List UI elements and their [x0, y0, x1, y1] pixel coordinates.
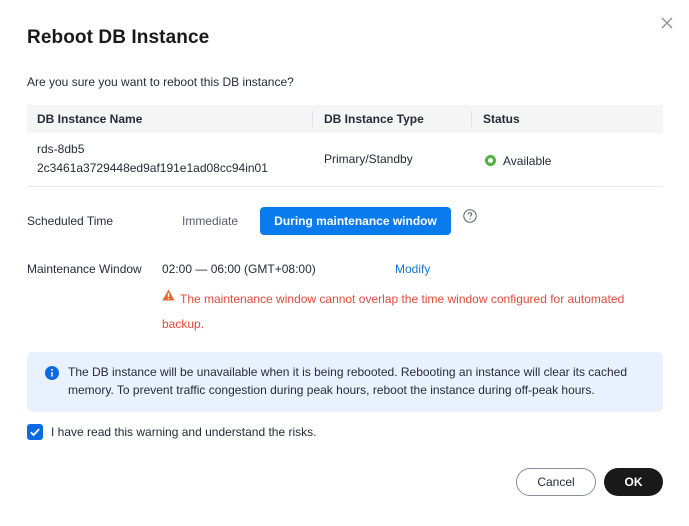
info-text: The DB instance will be unavailable when… [68, 365, 627, 397]
info-alert: The DB instance will be unavailable when… [27, 352, 663, 412]
column-header-type: DB Instance Type [324, 112, 424, 126]
maintenance-window-option[interactable]: During maintenance window [260, 207, 451, 235]
column-header-name: DB Instance Name [37, 112, 143, 126]
immediate-option[interactable]: Immediate [168, 207, 252, 235]
close-icon[interactable] [658, 14, 676, 32]
instance-table: DB Instance Name DB Instance Type Status… [27, 105, 663, 187]
ok-button[interactable]: OK [604, 468, 663, 496]
maintenance-window-value: 02:00 — 06:00 (GMT+08:00) [162, 262, 316, 276]
acknowledge-label[interactable]: I have read this warning and understand … [51, 425, 317, 439]
instance-status: Available [485, 154, 551, 168]
scheduled-time-label: Scheduled Time [27, 214, 114, 228]
maintenance-warning: The maintenance window cannot overlap th… [162, 292, 625, 331]
maintenance-window-label: Maintenance Window [27, 262, 142, 276]
column-divider [312, 111, 313, 127]
dialog-title: Reboot DB Instance [27, 27, 210, 48]
modify-link[interactable]: Modify [395, 262, 430, 276]
confirm-question: Are you sure you want to reboot this DB … [27, 75, 294, 89]
table-row: rds-8db5 2c3461a3729448ed9af191e1ad08cc9… [27, 133, 663, 187]
column-divider [471, 111, 472, 127]
table-header: DB Instance Name DB Instance Type Status [27, 105, 663, 133]
instance-name: rds-8db5 [37, 142, 85, 156]
instance-id: 2c3461a3729448ed9af191e1ad08cc94in01 [37, 161, 268, 175]
info-icon [45, 366, 59, 380]
status-available-icon [485, 155, 496, 166]
help-icon[interactable] [463, 209, 477, 223]
instance-type: Primary/Standby [324, 152, 413, 166]
acknowledge-checkbox[interactable] [27, 424, 43, 440]
column-header-status: Status [483, 112, 520, 126]
cancel-button[interactable]: Cancel [516, 468, 596, 496]
reboot-dialog: Reboot DB Instance Are you sure you want… [0, 0, 689, 526]
status-text: Available [503, 154, 552, 168]
